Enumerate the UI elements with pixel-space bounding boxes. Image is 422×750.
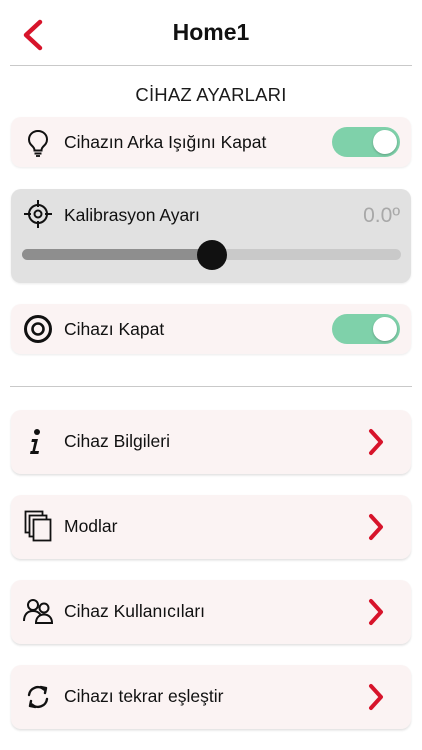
menu-item-device-info[interactable]: Cihaz Bilgileri	[11, 410, 411, 474]
header: Home1	[0, 0, 422, 66]
menu-item-label: Cihaz Kullanıcıları	[64, 601, 206, 621]
menu-item-label: Modlar	[64, 516, 118, 536]
power-ring-icon	[24, 315, 52, 343]
menu-item-device-users[interactable]: Cihaz Kullanıcıları	[11, 580, 411, 644]
sync-icon	[27, 685, 49, 709]
menu-item-re-pair[interactable]: Cihazı tekrar eşleştir	[11, 665, 411, 729]
backlight-label: Cihazın Arka Işığını Kapat	[64, 132, 267, 152]
chevron-right-icon	[369, 599, 383, 625]
backlight-toggle[interactable]	[332, 127, 400, 157]
power-label: Cihazı Kapat	[64, 319, 165, 339]
copy-pages-icon	[24, 510, 52, 542]
calibration-label: Kalibrasyon Ayarı	[64, 205, 200, 225]
users-icon	[23, 599, 54, 624]
power-toggle[interactable]	[332, 314, 400, 344]
backlight-setting-card: Cihazın Arka Işığını Kapat	[11, 117, 411, 167]
menu-item-label: Cihaz Bilgileri	[64, 431, 171, 451]
info-icon	[30, 429, 40, 454]
menu-item-label: Cihazı tekrar eşleştir	[64, 686, 224, 706]
chevron-right-icon	[369, 429, 383, 455]
lightbulb-icon	[27, 129, 49, 157]
toggle-knob	[373, 130, 397, 154]
section-title: CİHAZ AYARLARI	[135, 84, 287, 105]
toggle-knob	[373, 317, 397, 341]
chevron-right-icon	[369, 514, 383, 540]
calibration-card: Kalibrasyon Ayarı 0.0º	[11, 189, 411, 283]
menu-item-modes[interactable]: Modlar	[11, 495, 411, 559]
section-divider	[10, 386, 412, 387]
crosshair-icon	[24, 200, 52, 228]
calibration-slider-thumb[interactable]	[196, 240, 227, 270]
power-setting-card: Cihazı Kapat	[11, 304, 411, 354]
header-divider	[10, 65, 412, 66]
page-title: Home1	[172, 19, 250, 45]
calibration-slider-fill	[22, 249, 212, 260]
calibration-value: 0.0º	[363, 204, 400, 227]
chevron-right-icon	[369, 684, 383, 710]
